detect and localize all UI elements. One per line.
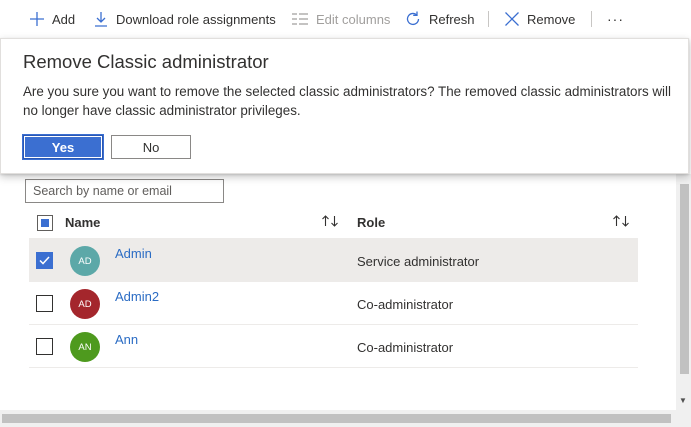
yes-button[interactable]: Yes	[22, 134, 104, 160]
toolbar-divider	[488, 11, 489, 27]
columns-icon	[292, 13, 308, 25]
no-button[interactable]: No	[111, 135, 191, 159]
sort-icon[interactable]	[321, 214, 339, 228]
avatar: AD	[70, 246, 100, 276]
table-row[interactable]: AD Admin2 Co-administrator	[29, 282, 638, 325]
table-header: Name Role	[29, 205, 638, 239]
refresh-icon	[406, 11, 420, 26]
row-checkbox[interactable]	[36, 252, 53, 269]
download-icon	[95, 12, 107, 27]
refresh-button[interactable]: Refresh	[404, 0, 475, 38]
horizontal-scrollbar[interactable]	[0, 410, 691, 427]
row-checkbox[interactable]	[36, 295, 53, 312]
table-row[interactable]: AD Admin Service administrator	[29, 239, 638, 282]
role-cell: Service administrator	[357, 254, 480, 269]
download-label: Download role assignments	[116, 11, 276, 27]
close-icon	[505, 12, 519, 26]
avatar: AD	[70, 289, 100, 319]
scroll-down-arrow-icon[interactable]: ▼	[679, 396, 687, 405]
role-cell: Co-administrator	[357, 297, 454, 312]
search-input[interactable]: Search by name or email	[25, 179, 224, 203]
command-bar: Add Download role assignments Edit colum…	[0, 0, 691, 38]
sort-icon[interactable]	[612, 214, 630, 228]
role-cell: Co-administrator	[357, 340, 454, 355]
column-header-role[interactable]: Role	[357, 215, 385, 230]
checkmark-icon	[39, 256, 50, 265]
table-row[interactable]: AN Ann Co-administrator	[29, 325, 638, 368]
remove-confirmation-dialog: Remove Classic administrator Are you sur…	[0, 38, 689, 174]
remove-button[interactable]: Remove	[504, 0, 575, 38]
add-button[interactable]: Add	[29, 0, 75, 38]
plus-icon	[30, 12, 44, 26]
vertical-scrollbar[interactable]	[676, 174, 691, 410]
admin-name-link[interactable]: Ann	[115, 332, 138, 347]
dialog-message: Are you sure you want to remove the sele…	[23, 84, 671, 118]
admin-name-link[interactable]: Admin2	[115, 289, 159, 304]
vertical-scroll-thumb[interactable]	[680, 184, 689, 374]
remove-label: Remove	[527, 11, 576, 27]
refresh-label: Refresh	[429, 11, 475, 27]
toolbar-divider	[591, 11, 592, 27]
avatar: AN	[70, 332, 100, 362]
dialog-title: Remove Classic administrator	[23, 51, 269, 72]
admin-name-link[interactable]: Admin	[115, 246, 152, 261]
administrators-panel: Search by name or email Name Role AD Adm…	[0, 174, 676, 410]
edit-columns-button[interactable]: Edit columns	[291, 0, 390, 38]
row-checkbox[interactable]	[36, 338, 53, 355]
horizontal-scroll-thumb[interactable]	[2, 414, 671, 423]
more-actions-button[interactable]: ···	[607, 0, 624, 38]
select-all-checkbox[interactable]	[37, 215, 53, 231]
more-icon: ···	[607, 11, 624, 27]
edit-columns-label: Edit columns	[316, 11, 391, 27]
download-role-assignments-button[interactable]: Download role assignments	[93, 0, 276, 38]
column-header-name[interactable]: Name	[65, 215, 100, 230]
add-label: Add	[52, 11, 76, 27]
